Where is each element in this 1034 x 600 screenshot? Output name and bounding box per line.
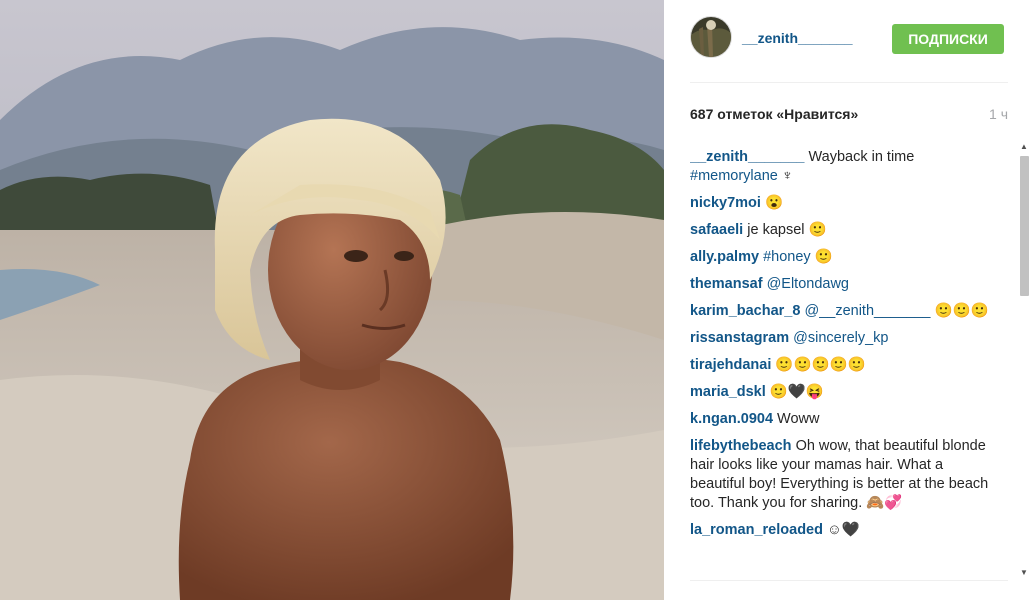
comment-item: k.ngan.0904 Woww <box>690 410 990 429</box>
photo-boy-on-beach <box>0 0 664 600</box>
comments-list: __zenith_______ Wayback in time #memoryl… <box>690 148 990 578</box>
comment-item: __zenith_______ Wayback in time #memoryl… <box>690 148 990 186</box>
post-time[interactable]: 1 ч <box>989 106 1008 122</box>
comment-mention[interactable]: @sincerely_kp <box>793 330 888 346</box>
comment-username[interactable]: la_roman_reloaded <box>690 522 823 538</box>
comment-emoji: 🙂🙂🙂 <box>934 303 989 319</box>
comment-item: themansaf @Eltondawg <box>690 275 990 294</box>
scroll-down-arrow-icon[interactable]: ▼ <box>1016 566 1032 580</box>
comment-item: tirajehdanai 🙂🙂🙂🙂🙂 <box>690 356 990 375</box>
post-author-username[interactable]: __zenith_______ <box>742 30 853 46</box>
scroll-thumb[interactable] <box>1020 156 1029 296</box>
comment-hashtag[interactable]: #memorylane <box>690 168 778 184</box>
comment-text: Woww <box>777 411 820 427</box>
comment-item: nicky7moi 😮 <box>690 194 990 213</box>
comment-username[interactable]: __zenith_______ <box>690 149 804 165</box>
comment-username[interactable]: ally.palmy <box>690 249 759 265</box>
avatar-image <box>691 17 731 57</box>
post-panel: __zenith_______ ПОДПИСКИ 687 отметок «Нр… <box>664 0 1034 600</box>
comment-item: rissanstagram @sincerely_kp <box>690 329 990 348</box>
comment-item: ally.palmy #honey 🙂 <box>690 248 990 267</box>
comment-username[interactable]: safaaeli <box>690 222 743 238</box>
avatar[interactable] <box>690 16 732 58</box>
comment-username[interactable]: karim_bachar_8 <box>690 303 800 319</box>
comment-text: ☺🖤 <box>827 522 860 538</box>
comment-mention[interactable]: @__zenith_______ <box>804 303 930 319</box>
comment-mention[interactable]: @Eltondawg <box>767 276 849 292</box>
comment-item: lifebythebeach Oh wow, that beautiful bl… <box>690 437 990 513</box>
comment-username[interactable]: tirajehdanai <box>690 357 771 373</box>
comment-emoji: 🙂 <box>814 249 833 265</box>
comments-scrollbar[interactable]: ▲ ▼ <box>1016 140 1032 580</box>
comment-username[interactable]: rissanstagram <box>690 330 789 346</box>
likes-row: 687 отметок «Нравится» 1 ч <box>690 106 1008 126</box>
scroll-up-arrow-icon[interactable]: ▲ <box>1016 140 1032 154</box>
comment-text: 🙂🙂🙂🙂🙂 <box>775 357 866 373</box>
comment-emoji: ♆ <box>781 168 793 184</box>
comment-item: maria_dskl 🙂🖤😝 <box>690 383 990 402</box>
comment-text: je kapsel 🙂 <box>747 222 827 238</box>
comment-username[interactable]: lifebythebeach <box>690 438 792 454</box>
comment-item: karim_bachar_8 @__zenith_______ 🙂🙂🙂 <box>690 302 990 321</box>
divider <box>690 580 1008 581</box>
comment-username[interactable]: maria_dskl <box>690 384 766 400</box>
comment-hashtag[interactable]: #honey <box>763 249 811 265</box>
follow-button[interactable]: ПОДПИСКИ <box>892 24 1004 54</box>
comment-text: 😮 <box>764 195 784 211</box>
post-header: __zenith_______ ПОДПИСКИ <box>690 16 1008 83</box>
post-photo <box>0 0 664 600</box>
comment-text: 🙂🖤😝 <box>769 384 824 400</box>
comment-username[interactable]: k.ngan.0904 <box>690 411 773 427</box>
comment-text: Wayback in time <box>808 149 915 165</box>
likes-count[interactable]: 687 отметок «Нравится» <box>690 106 858 122</box>
comment-username[interactable]: nicky7moi <box>690 195 761 211</box>
comment-item: safaaeli je kapsel 🙂 <box>690 221 990 240</box>
comment-username[interactable]: themansaf <box>690 276 763 292</box>
comment-item: la_roman_reloaded ☺🖤 <box>690 521 990 540</box>
